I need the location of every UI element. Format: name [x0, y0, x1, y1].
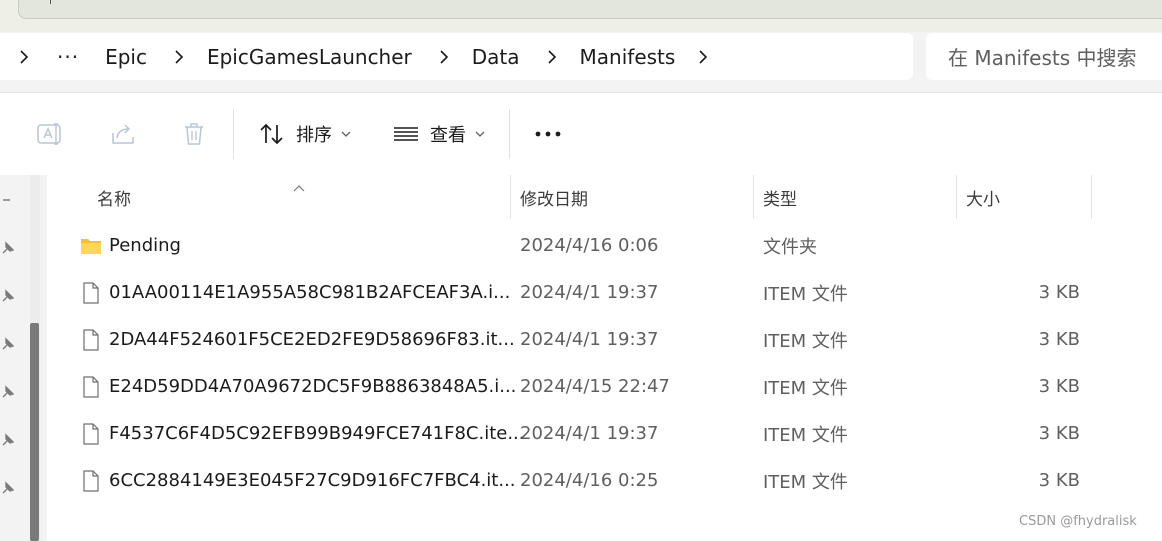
file-icon	[80, 375, 102, 398]
file-name-cell: E24D59DD4A70A9672DC5F9B8863848A5.i...	[80, 363, 516, 410]
pin-icon[interactable]	[1, 480, 15, 494]
list-item[interactable]: 01AA00114E1A955A58C981B2AFCEAF3A.i... 20…	[47, 269, 1162, 316]
more-icon	[535, 131, 561, 137]
breadcrumb-overflow[interactable]: ···	[57, 45, 79, 69]
file-type: ITEM 文件	[763, 377, 848, 399]
chevron-down-icon	[340, 128, 352, 140]
file-name: E24D59DD4A70A9672DC5F9B8863848A5.i...	[109, 376, 517, 397]
file-type: ITEM 文件	[763, 471, 848, 493]
list-item[interactable]: E24D59DD4A70A9672DC5F9B8863848A5.i... 20…	[47, 363, 1162, 410]
list-item[interactable]: F4537C6F4D5C92EFB99B949FCE741F8C.ite... …	[47, 410, 1162, 457]
column-header-name[interactable]: 名称	[97, 175, 131, 219]
file-type: ITEM 文件	[763, 330, 848, 352]
file-size	[1007, 222, 1080, 269]
view-label: 查看	[430, 125, 466, 146]
active-tab[interactable]	[18, 0, 1162, 19]
delete-icon[interactable]	[179, 119, 209, 149]
navigation-scrollbar-thumb[interactable]	[30, 323, 39, 541]
modified-date: 2024/4/16 0:25	[520, 470, 659, 491]
file-name-cell: F4537C6F4D5C92EFB99B949FCE741F8C.ite...	[80, 410, 525, 457]
breadcrumb[interactable]: ··· Epic EpicGamesLauncher Data Manifest…	[0, 33, 913, 80]
file-icon	[80, 469, 102, 492]
column-header-type[interactable]: 类型	[763, 175, 797, 219]
breadcrumb-data[interactable]: Data	[472, 45, 520, 69]
share-icon[interactable]	[108, 119, 138, 149]
address-row: ··· Epic EpicGamesLauncher Data Manifest…	[0, 32, 1162, 92]
chevron-right-icon[interactable]	[438, 47, 450, 67]
chevron-down-icon	[474, 128, 486, 140]
column-separator[interactable]	[956, 175, 957, 219]
list-item[interactable]: Pending 2024/4/16 0:06 文件夹	[47, 222, 1162, 269]
file-type: ITEM 文件	[763, 424, 848, 446]
modified-date: 2024/4/1 19:37	[520, 329, 659, 350]
file-name: F4537C6F4D5C92EFB99B949FCE741F8C.ite...	[109, 423, 525, 444]
modified-date: 2024/4/15 22:47	[520, 376, 670, 397]
command-bar: 排序 查看	[0, 92, 1162, 176]
file-icon	[80, 422, 102, 445]
breadcrumb-epicgameslauncher[interactable]: EpicGamesLauncher	[207, 45, 412, 69]
file-name-cell: Pending	[80, 222, 181, 269]
file-name-cell: 01AA00114E1A955A58C981B2AFCEAF3A.i...	[80, 269, 510, 316]
pin-icon[interactable]	[1, 384, 15, 398]
column-separator[interactable]	[510, 175, 511, 219]
file-size: 3 KB	[1038, 329, 1080, 350]
chevron-right-icon[interactable]	[18, 47, 30, 67]
sort-button[interactable]: 排序	[258, 117, 352, 151]
file-list[interactable]: 名称 修改日期 类型 大小 Pending 2024/4/16 0:06 文件夹	[47, 175, 1162, 541]
file-name: 6CC2884149E3E045F27C9D916FC7FBC4.it...	[109, 470, 516, 491]
more-button[interactable]	[533, 123, 563, 145]
column-separator[interactable]	[1091, 175, 1092, 219]
chevron-right-icon[interactable]	[697, 47, 709, 67]
breadcrumb-epic[interactable]: Epic	[105, 45, 147, 69]
file-name-cell: 6CC2884149E3E045F27C9D916FC7FBC4.it...	[80, 457, 516, 504]
toolbar-divider	[233, 109, 234, 159]
modified-date: 2024/4/1 19:37	[520, 282, 659, 303]
pin-icon[interactable]	[1, 240, 15, 254]
list-item[interactable]: 6CC2884149E3E045F27C9D916FC7FBC4.it... 2…	[47, 457, 1162, 504]
pin-icon[interactable]	[1, 288, 15, 302]
column-separator[interactable]	[753, 175, 754, 219]
toolbar-divider	[509, 109, 510, 159]
view-button[interactable]: 查看	[392, 117, 486, 151]
column-header-row: 名称 修改日期 类型 大小	[47, 175, 1162, 219]
sort-label: 排序	[296, 125, 332, 146]
view-list-icon	[392, 120, 420, 148]
rename-icon[interactable]	[35, 119, 65, 149]
chevron-right-icon[interactable]	[546, 47, 558, 67]
file-type: ITEM 文件	[763, 283, 848, 305]
modified-date: 2024/4/1 19:37	[520, 423, 659, 444]
search-input[interactable]: 在 Manifests 中搜索	[926, 33, 1162, 80]
search-placeholder: 在 Manifests 中搜索	[948, 46, 1137, 70]
column-header-date[interactable]: 修改日期	[520, 175, 588, 219]
folder-icon	[80, 235, 102, 257]
file-size: 3 KB	[1038, 376, 1080, 397]
list-item[interactable]: 2DA44F524601F5CE2ED2FE9D58696F83.it... 2…	[47, 316, 1162, 363]
watermark: CSDN @fhydralisk	[1019, 514, 1137, 529]
modified-date: 2024/4/16 0:06	[520, 235, 659, 256]
file-name: 2DA44F524601F5CE2ED2FE9D58696F83.it...	[109, 329, 515, 350]
pin-icon[interactable]	[1, 336, 15, 350]
file-name: Pending	[109, 235, 181, 256]
text-caret	[50, 0, 51, 4]
breadcrumb-manifests[interactable]: Manifests	[580, 45, 676, 69]
file-size: 3 KB	[1038, 282, 1080, 303]
file-name: 01AA00114E1A955A58C981B2AFCEAF3A.i...	[109, 282, 511, 303]
nav-dash	[3, 199, 10, 201]
tab-strip	[0, 0, 1162, 32]
file-size: 3 KB	[1038, 470, 1080, 491]
file-icon	[80, 281, 102, 304]
file-size: 3 KB	[1038, 423, 1080, 444]
file-name-cell: 2DA44F524601F5CE2ED2FE9D58696F83.it...	[80, 316, 515, 363]
sort-ascending-icon	[293, 177, 305, 192]
pin-icon[interactable]	[1, 432, 15, 446]
chevron-right-icon[interactable]	[173, 47, 185, 67]
column-header-size[interactable]: 大小	[966, 175, 1000, 219]
sort-icon	[258, 120, 286, 148]
file-type: 文件夹	[763, 236, 817, 258]
file-icon	[80, 328, 102, 351]
